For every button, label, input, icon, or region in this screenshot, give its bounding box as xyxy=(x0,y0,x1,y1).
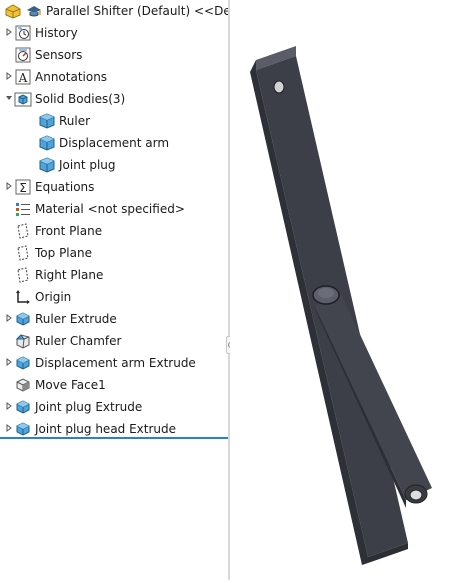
chevron-down-icon[interactable] xyxy=(4,94,14,104)
part-icon xyxy=(4,2,22,20)
annotations-icon: A xyxy=(14,68,32,86)
svg-text:Σ: Σ xyxy=(19,181,27,195)
joint-plug-body[interactable] xyxy=(312,285,340,305)
sensors-icon xyxy=(14,46,32,64)
chevron-right-icon[interactable] xyxy=(4,182,14,192)
tree-item-displacement-arm[interactable]: Displacement arm xyxy=(0,132,228,154)
tree-item-joint-plug-extrude[interactable]: Joint plug Extrude xyxy=(0,396,228,418)
tree-item-label: Displacement arm Extrude xyxy=(35,356,196,370)
tree-item-move-face1[interactable]: Move Face1 xyxy=(0,374,228,396)
tree-item-label: Right Plane xyxy=(35,268,104,282)
model-view[interactable] xyxy=(230,0,455,580)
chevron-right-icon[interactable] xyxy=(4,358,14,368)
graphics-area[interactable] xyxy=(230,0,455,580)
plane-icon xyxy=(14,266,32,284)
tree-item-label: Joint plug Extrude xyxy=(35,400,143,414)
tree-item-origin[interactable]: Origin xyxy=(0,286,228,308)
equations-icon: Σ xyxy=(14,178,32,196)
tree-item-ruler-extrude[interactable]: Ruler Extrude xyxy=(0,308,228,330)
solidworks-window: Parallel Shifter (Default) <<Defaul Hist… xyxy=(0,0,455,580)
tree-item-label: Move Face1 xyxy=(35,378,106,392)
tree-item-annotations[interactable]: A Annotations xyxy=(0,66,228,88)
origin-icon xyxy=(14,288,32,306)
chamfer-icon xyxy=(14,332,32,350)
tree-item-label: Origin xyxy=(35,290,72,304)
tree-item-right-plane[interactable]: Right Plane xyxy=(0,264,228,286)
tree-item-joint-plug[interactable]: Joint plug xyxy=(0,154,228,176)
configuration-icon xyxy=(25,2,43,20)
tree-item-label: Material <not specified> xyxy=(35,202,185,216)
tree-item-label: Ruler xyxy=(59,114,91,128)
solid-bodies-folder-icon xyxy=(14,90,32,108)
root-label: Parallel Shifter (Default) <<Defaul xyxy=(46,4,228,18)
tree-item-ruler-chamfer[interactable]: Ruler Chamfer xyxy=(0,330,228,352)
plane-icon xyxy=(14,222,32,240)
chevron-right-icon[interactable] xyxy=(4,314,14,324)
tree-item-label: Ruler Chamfer xyxy=(35,334,122,348)
chevron-right-icon[interactable] xyxy=(4,72,14,82)
tree-item-ruler[interactable]: Ruler xyxy=(0,110,228,132)
extrude-icon xyxy=(14,398,32,416)
plane-icon xyxy=(14,244,32,262)
move-face-icon xyxy=(14,376,32,394)
solid-body-icon xyxy=(38,134,56,152)
tree-item-solid-bodies-3[interactable]: Solid Bodies(3) xyxy=(0,88,228,110)
material-icon xyxy=(14,200,32,218)
tree-item-label: Ruler Extrude xyxy=(35,312,117,326)
extrude-icon xyxy=(14,354,32,372)
chevron-right-icon[interactable] xyxy=(4,28,14,38)
extrude-icon xyxy=(14,420,32,438)
tree-item-label: Front Plane xyxy=(35,224,103,238)
tree-item-label: History xyxy=(35,26,78,40)
tree-item-label: Equations xyxy=(35,180,95,194)
rollback-bar[interactable] xyxy=(0,437,228,439)
tree-item-label: Top Plane xyxy=(35,246,92,260)
chevron-right-icon[interactable] xyxy=(4,402,14,412)
tree-root[interactable]: Parallel Shifter (Default) <<Defaul xyxy=(0,0,228,22)
history-icon xyxy=(14,24,32,42)
tree-item-history[interactable]: History xyxy=(0,22,228,44)
tree-item-equations[interactable]: Σ Equations xyxy=(0,176,228,198)
tree-item-top-plane[interactable]: Top Plane xyxy=(0,242,228,264)
tree-item-front-plane[interactable]: Front Plane xyxy=(0,220,228,242)
tree-item-displacement-arm-extrude[interactable]: Displacement arm Extrude xyxy=(0,352,228,374)
svg-text:A: A xyxy=(18,71,28,85)
chevron-right-icon[interactable] xyxy=(4,424,14,434)
tree-item-label: Sensors xyxy=(35,48,83,62)
tree-item-label: Solid Bodies(3) xyxy=(35,92,126,106)
feature-manager-tree: Parallel Shifter (Default) <<Defaul Hist… xyxy=(0,0,228,580)
tree-item-label: Displacement arm xyxy=(59,136,170,150)
tree-item-sensors[interactable]: Sensors xyxy=(0,44,228,66)
tree-item-label: Joint plug xyxy=(59,158,116,172)
tree-item-label: Annotations xyxy=(35,70,108,84)
tree-item-label: Joint plug head Extrude xyxy=(35,422,177,436)
solid-body-icon xyxy=(38,156,56,174)
extrude-icon xyxy=(14,310,32,328)
tree-item-material-not-specified[interactable]: Material <not specified> xyxy=(0,198,228,220)
solid-body-icon xyxy=(38,112,56,130)
